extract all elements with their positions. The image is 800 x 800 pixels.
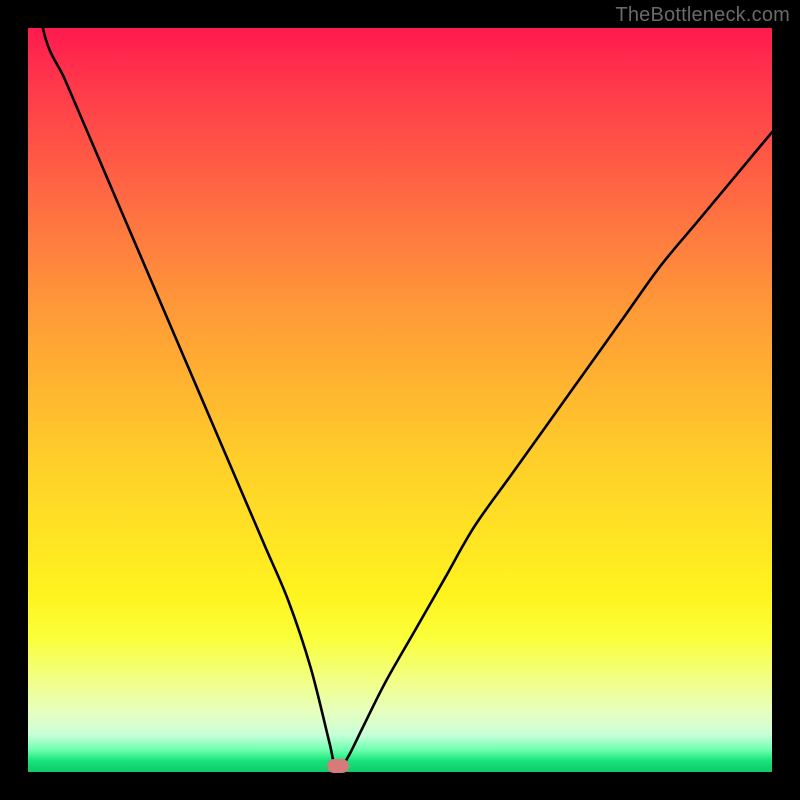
- minimum-marker: [327, 759, 349, 773]
- plot-area: [28, 28, 772, 772]
- watermark-text: TheBottleneck.com: [615, 4, 790, 27]
- outer-frame: TheBottleneck.com: [0, 0, 800, 800]
- bottleneck-curve: [28, 28, 772, 772]
